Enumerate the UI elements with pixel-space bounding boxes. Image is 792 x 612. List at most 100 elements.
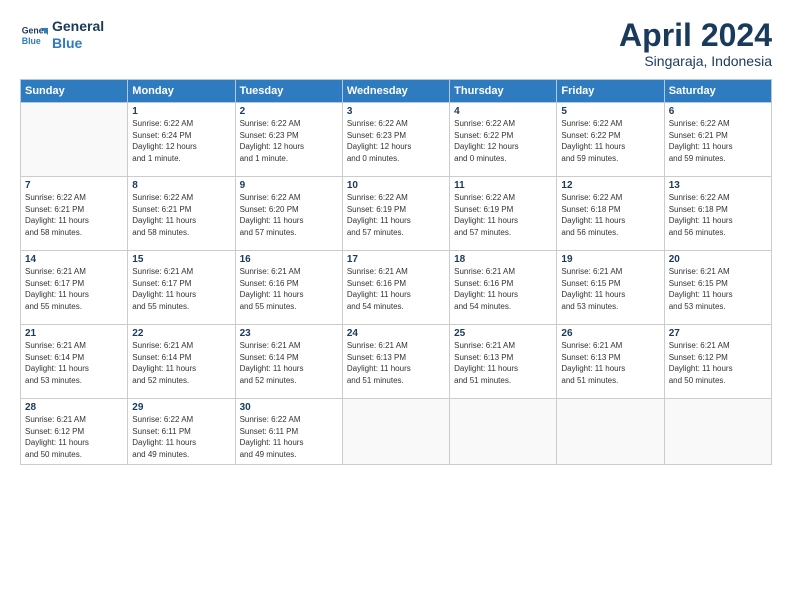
day-info: Sunrise: 6:22 AM Sunset: 6:23 PM Dayligh…	[347, 118, 445, 164]
calendar-body: 1Sunrise: 6:22 AM Sunset: 6:24 PM Daylig…	[21, 103, 772, 464]
calendar-cell	[557, 399, 664, 464]
col-monday: Monday	[128, 80, 235, 103]
day-number: 6	[669, 106, 767, 117]
day-info: Sunrise: 6:22 AM Sunset: 6:11 PM Dayligh…	[132, 414, 230, 460]
calendar-cell: 7Sunrise: 6:22 AM Sunset: 6:21 PM Daylig…	[21, 177, 128, 251]
calendar-cell: 30Sunrise: 6:22 AM Sunset: 6:11 PM Dayli…	[235, 399, 342, 464]
col-sunday: Sunday	[21, 80, 128, 103]
calendar-cell	[450, 399, 557, 464]
day-info: Sunrise: 6:21 AM Sunset: 6:15 PM Dayligh…	[669, 266, 767, 312]
day-info: Sunrise: 6:22 AM Sunset: 6:19 PM Dayligh…	[454, 192, 552, 238]
calendar-cell: 12Sunrise: 6:22 AM Sunset: 6:18 PM Dayli…	[557, 177, 664, 251]
day-info: Sunrise: 6:21 AM Sunset: 6:16 PM Dayligh…	[454, 266, 552, 312]
calendar-cell: 10Sunrise: 6:22 AM Sunset: 6:19 PM Dayli…	[342, 177, 449, 251]
day-number: 25	[454, 328, 552, 339]
calendar-cell: 23Sunrise: 6:21 AM Sunset: 6:14 PM Dayli…	[235, 325, 342, 399]
day-number: 20	[669, 254, 767, 265]
subtitle: Singaraja, Indonesia	[619, 53, 772, 69]
day-number: 24	[347, 328, 445, 339]
calendar-cell: 4Sunrise: 6:22 AM Sunset: 6:22 PM Daylig…	[450, 103, 557, 177]
day-info: Sunrise: 6:21 AM Sunset: 6:14 PM Dayligh…	[240, 340, 338, 386]
calendar-cell: 14Sunrise: 6:21 AM Sunset: 6:17 PM Dayli…	[21, 251, 128, 325]
week-row-5: 28Sunrise: 6:21 AM Sunset: 6:12 PM Dayli…	[21, 399, 772, 464]
calendar-cell: 29Sunrise: 6:22 AM Sunset: 6:11 PM Dayli…	[128, 399, 235, 464]
day-info: Sunrise: 6:21 AM Sunset: 6:13 PM Dayligh…	[347, 340, 445, 386]
calendar-table: Sunday Monday Tuesday Wednesday Thursday…	[20, 79, 772, 464]
month-title: April 2024	[619, 18, 772, 53]
day-info: Sunrise: 6:22 AM Sunset: 6:18 PM Dayligh…	[669, 192, 767, 238]
week-row-3: 14Sunrise: 6:21 AM Sunset: 6:17 PM Dayli…	[21, 251, 772, 325]
title-block: April 2024 Singaraja, Indonesia	[619, 18, 772, 69]
calendar-cell	[21, 103, 128, 177]
calendar-cell: 9Sunrise: 6:22 AM Sunset: 6:20 PM Daylig…	[235, 177, 342, 251]
calendar-cell	[664, 399, 771, 464]
col-wednesday: Wednesday	[342, 80, 449, 103]
calendar-header: Sunday Monday Tuesday Wednesday Thursday…	[21, 80, 772, 103]
day-number: 2	[240, 106, 338, 117]
logo: General Blue General Blue	[20, 18, 104, 52]
week-row-4: 21 Sunrise: 6:21 AM Sunset: 6:14 PM Dayli…	[21, 325, 772, 399]
day-number: 22	[132, 328, 230, 339]
day-number: 11	[454, 180, 552, 191]
day-info: Sunrise: 6:21 AM Sunset: 6:13 PM Dayligh…	[454, 340, 552, 386]
col-saturday: Saturday	[664, 80, 771, 103]
day-info: Sunrise: 6:22 AM Sunset: 6:22 PM Dayligh…	[561, 118, 659, 164]
day-info: Sunrise: 6:22 AM Sunset: 6:21 PM Dayligh…	[25, 192, 123, 238]
calendar-cell: 18Sunrise: 6:21 AM Sunset: 6:16 PM Dayli…	[450, 251, 557, 325]
day-number: 4	[454, 106, 552, 117]
day-number: 3	[347, 106, 445, 117]
day-info: Sunrise: 6:21 AM Sunset: 6:16 PM Dayligh…	[347, 266, 445, 312]
day-info: Sunrise: 6:21 AM Sunset: 6:17 PM Dayligh…	[25, 266, 123, 312]
calendar-cell: 6Sunrise: 6:22 AM Sunset: 6:21 PM Daylig…	[664, 103, 771, 177]
calendar-cell: 24Sunrise: 6:21 AM Sunset: 6:13 PM Dayli…	[342, 325, 449, 399]
day-number: 9	[240, 180, 338, 191]
day-number: 10	[347, 180, 445, 191]
day-number: 13	[669, 180, 767, 191]
calendar-cell: 15Sunrise: 6:21 AM Sunset: 6:17 PM Dayli…	[128, 251, 235, 325]
day-info: Sunrise: 6:21 AM Sunset: 6:14 PM Dayligh…	[132, 340, 230, 386]
calendar-cell: 1Sunrise: 6:22 AM Sunset: 6:24 PM Daylig…	[128, 103, 235, 177]
day-number: 17	[347, 254, 445, 265]
logo-text-blue: Blue	[52, 35, 104, 52]
day-number: 5	[561, 106, 659, 117]
logo-text-general: General	[52, 18, 104, 35]
calendar-cell	[342, 399, 449, 464]
calendar-cell: 27Sunrise: 6:21 AM Sunset: 6:12 PM Dayli…	[664, 325, 771, 399]
calendar-cell: 16Sunrise: 6:21 AM Sunset: 6:16 PM Dayli…	[235, 251, 342, 325]
day-info: Sunrise: 6:22 AM Sunset: 6:11 PM Dayligh…	[240, 414, 338, 460]
day-number: 26	[561, 328, 659, 339]
day-info: Sunrise: 6:21 AM Sunset: 6:12 PM Dayligh…	[669, 340, 767, 386]
day-info: Sunrise: 6:21 AM Sunset: 6:12 PM Dayligh…	[25, 414, 123, 460]
calendar-cell: 3Sunrise: 6:22 AM Sunset: 6:23 PM Daylig…	[342, 103, 449, 177]
header: General Blue General Blue April 2024 Sin…	[20, 18, 772, 69]
day-info: Sunrise: 6:22 AM Sunset: 6:21 PM Dayligh…	[669, 118, 767, 164]
day-info: Sunrise: 6:22 AM Sunset: 6:18 PM Dayligh…	[561, 192, 659, 238]
day-number: 14	[25, 254, 123, 265]
calendar-cell: 28Sunrise: 6:21 AM Sunset: 6:12 PM Dayli…	[21, 399, 128, 464]
calendar-cell: 17Sunrise: 6:21 AM Sunset: 6:16 PM Dayli…	[342, 251, 449, 325]
day-number: 23	[240, 328, 338, 339]
day-number: 18	[454, 254, 552, 265]
day-info: Sunrise: 6:22 AM Sunset: 6:21 PM Dayligh…	[132, 192, 230, 238]
header-row: Sunday Monday Tuesday Wednesday Thursday…	[21, 80, 772, 103]
day-info: Sunrise: 6:21 AM Sunset: 6:13 PM Dayligh…	[561, 340, 659, 386]
day-number: 12	[561, 180, 659, 191]
day-info: Sunrise: 6:21 AM Sunset: 6:17 PM Dayligh…	[132, 266, 230, 312]
day-number: 27	[669, 328, 767, 339]
calendar-cell: 11Sunrise: 6:22 AM Sunset: 6:19 PM Dayli…	[450, 177, 557, 251]
day-number: 7	[25, 180, 123, 191]
page: General Blue General Blue April 2024 Sin…	[0, 0, 792, 612]
week-row-1: 1Sunrise: 6:22 AM Sunset: 6:24 PM Daylig…	[21, 103, 772, 177]
day-info: Sunrise: 6:22 AM Sunset: 6:24 PM Dayligh…	[132, 118, 230, 164]
week-row-2: 7Sunrise: 6:22 AM Sunset: 6:21 PM Daylig…	[21, 177, 772, 251]
svg-text:Blue: Blue	[22, 36, 41, 46]
day-number: 8	[132, 180, 230, 191]
calendar-cell: 8Sunrise: 6:22 AM Sunset: 6:21 PM Daylig…	[128, 177, 235, 251]
calendar-cell: 19Sunrise: 6:21 AM Sunset: 6:15 PM Dayli…	[557, 251, 664, 325]
calendar-cell: 20Sunrise: 6:21 AM Sunset: 6:15 PM Dayli…	[664, 251, 771, 325]
day-number: 29	[132, 402, 230, 413]
calendar-cell: 22Sunrise: 6:21 AM Sunset: 6:14 PM Dayli…	[128, 325, 235, 399]
day-number: 21	[25, 328, 123, 339]
day-number: 1	[132, 106, 230, 117]
day-info: Sunrise: 6:22 AM Sunset: 6:22 PM Dayligh…	[454, 118, 552, 164]
